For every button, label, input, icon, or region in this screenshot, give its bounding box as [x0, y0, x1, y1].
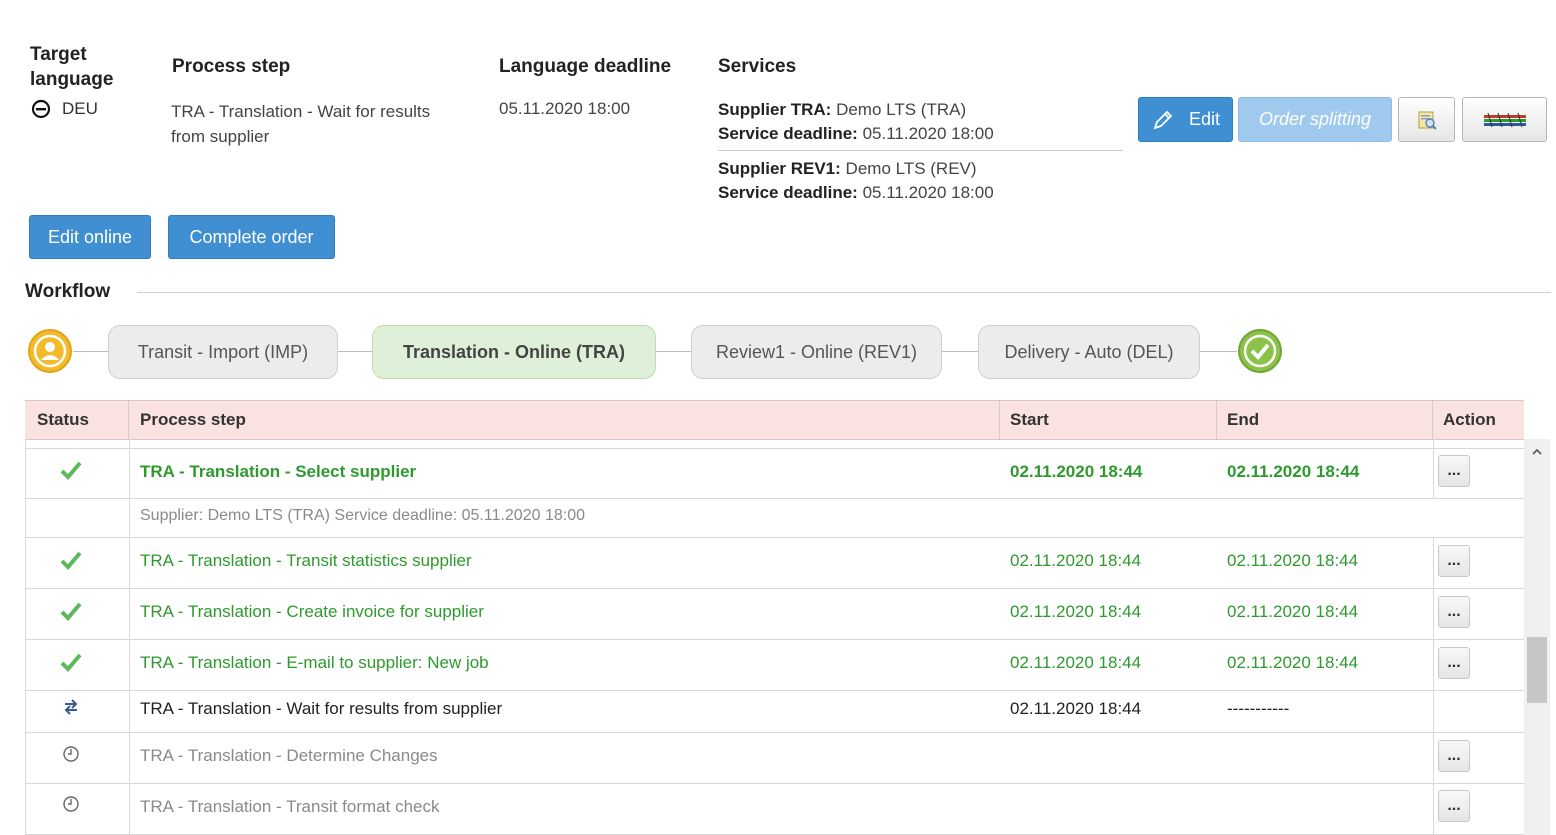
- complete-order-button[interactable]: Complete order: [168, 215, 335, 259]
- supplier-label: Supplier REV1:: [718, 159, 841, 178]
- workflow-step-rev1-label: Review1 - Online (REV1): [715, 341, 918, 362]
- column-header-status: Status: [25, 401, 129, 439]
- row-action-button[interactable]: ...: [1438, 545, 1470, 577]
- complete-order-label: Complete order: [189, 226, 314, 247]
- services-divider: [718, 150, 1123, 151]
- process-step-line-2: from supplier: [171, 127, 270, 146]
- workflow-map-icon: [1483, 112, 1526, 127]
- row-action-button[interactable]: ...: [1438, 790, 1470, 822]
- workflow-divider: [137, 292, 1551, 293]
- row-process-step: TRA - Translation - E-mail to supplier: …: [140, 653, 489, 672]
- services-label: Services: [718, 56, 797, 77]
- preview-button[interactable]: [1398, 97, 1455, 142]
- checkmark-icon: [60, 460, 82, 485]
- pencil-icon: [1153, 110, 1173, 129]
- row-action-button[interactable]: ...: [1438, 740, 1470, 772]
- row-action-button[interactable]: ...: [1438, 647, 1470, 679]
- order-splitting-button[interactable]: Order splitting: [1238, 97, 1392, 142]
- row-action-label: ...: [1447, 552, 1461, 569]
- row-action-label: ...: [1447, 462, 1461, 479]
- row-action-label: ...: [1447, 654, 1461, 671]
- language-deadline-label: Language deadline: [499, 56, 672, 77]
- workflow-connector: [338, 351, 372, 352]
- row-process-step: TRA - Translation - Select supplier: [140, 462, 417, 481]
- service-deadline-value: 05.11.2020 18:00: [862, 124, 994, 143]
- workflow-step-tra[interactable]: Translation - Online (TRA): [372, 325, 656, 379]
- checkmark-icon: [60, 550, 82, 575]
- row-start: 02.11.2020 18:44: [1010, 653, 1142, 672]
- scroll-up-arrow-icon[interactable]: [1531, 444, 1543, 462]
- in-progress-icon: [62, 697, 80, 722]
- workflow-step-del-label: Delivery - Auto (DEL): [1004, 341, 1174, 362]
- row-process-step: TRA - Translation - Transit statistics s…: [140, 551, 472, 570]
- workflow-step-imp-label: Transit - Import (IMP): [137, 341, 309, 362]
- service-block-tra: Supplier TRA: Demo LTS (TRA) Service dea…: [718, 98, 994, 146]
- row-action-label: ...: [1447, 747, 1461, 764]
- row-action-label: ...: [1447, 603, 1461, 620]
- workflow-step-imp[interactable]: Transit - Import (IMP): [108, 325, 338, 379]
- row-process-step: TRA - Translation - Create invoice for s…: [140, 602, 484, 621]
- scrollbar-track[interactable]: [1524, 439, 1550, 835]
- edit-button[interactable]: Edit: [1138, 97, 1233, 142]
- column-header-action: Action: [1433, 401, 1524, 439]
- order-splitting-label: Order splitting: [1258, 109, 1372, 129]
- checkmark-icon: [60, 601, 82, 626]
- workflow-connector: [73, 351, 109, 352]
- workflow-step-tra-label: Translation - Online (TRA): [402, 341, 625, 362]
- checkmark-icon: [60, 652, 82, 677]
- edit-online-button[interactable]: Edit online: [29, 215, 151, 259]
- column-header-start: Start: [1000, 401, 1217, 439]
- row-action-button[interactable]: ...: [1438, 455, 1470, 487]
- workflow-connector: [942, 351, 978, 352]
- edit-button-label: Edit: [1188, 109, 1221, 129]
- service-deadline-label: Service deadline:: [718, 124, 858, 143]
- row-end: 02.11.2020 18:44: [1227, 551, 1359, 570]
- row-end: 02.11.2020 18:44: [1227, 602, 1359, 621]
- scrollbar-thumb[interactable]: [1527, 637, 1547, 703]
- row-end: -----------: [1227, 699, 1290, 718]
- process-step-label: Process step: [172, 56, 291, 77]
- service-deadline-value: 05.11.2020 18:00: [862, 183, 994, 202]
- target-language-label: Target language: [30, 44, 114, 90]
- row-process-step: TRA - Translation - Transit format check: [140, 797, 440, 816]
- workflow-connector: [656, 351, 691, 352]
- workflow-connector: [1200, 351, 1237, 352]
- row-detail-text: Supplier: Demo LTS (TRA) Service deadlin…: [140, 507, 585, 524]
- row-end: 02.11.2020 18:44: [1227, 462, 1360, 481]
- table-header-bottom: [25, 439, 1524, 440]
- service-block-rev1: Supplier REV1: Demo LTS (REV) Service de…: [718, 157, 994, 205]
- row-end: 02.11.2020 18:44: [1227, 653, 1359, 672]
- end-check-icon: [1237, 328, 1283, 374]
- supplier-value: Demo LTS (REV): [845, 159, 977, 178]
- document-search-icon: [1418, 111, 1437, 130]
- row-start: 02.11.2020 18:44: [1010, 699, 1142, 718]
- column-header-end: End: [1217, 401, 1433, 439]
- clock-icon: [62, 745, 80, 768]
- language-deadline-value: 05.11.2020 18:00: [499, 99, 631, 118]
- column-header-process-step: Process step: [129, 401, 1000, 439]
- row-action-label: ...: [1447, 797, 1461, 814]
- clock-icon: [62, 795, 80, 818]
- process-step-value: TRA - Translation - Wait for results fro…: [171, 99, 430, 149]
- service-deadline-label: Service deadline:: [718, 183, 858, 202]
- row-start: 02.11.2020 18:44: [1010, 551, 1142, 570]
- row-start: 02.11.2020 18:44: [1010, 462, 1143, 481]
- supplier-label: Supplier TRA:: [718, 100, 832, 119]
- start-user-icon: [27, 328, 73, 374]
- process-step-line-1: TRA - Translation - Wait for results: [171, 102, 431, 121]
- edit-online-label: Edit online: [47, 226, 133, 247]
- supplier-value: Demo LTS (TRA): [836, 100, 967, 119]
- row-process-step: TRA - Translation - Determine Changes: [140, 746, 438, 765]
- workflow-map-button[interactable]: [1462, 97, 1547, 142]
- row-action-button[interactable]: ...: [1438, 596, 1470, 628]
- workflow-title: Workflow: [25, 281, 111, 302]
- workflow-step-del[interactable]: Delivery - Auto (DEL): [978, 325, 1200, 379]
- workflow-step-rev1[interactable]: Review1 - Online (REV1): [691, 325, 942, 379]
- collapse-icon[interactable]: [31, 99, 51, 119]
- row-process-step: TRA - Translation - Wait for results fro…: [140, 699, 503, 718]
- row-start: 02.11.2020 18:44: [1010, 602, 1142, 621]
- target-language-value: DEU: [62, 99, 98, 118]
